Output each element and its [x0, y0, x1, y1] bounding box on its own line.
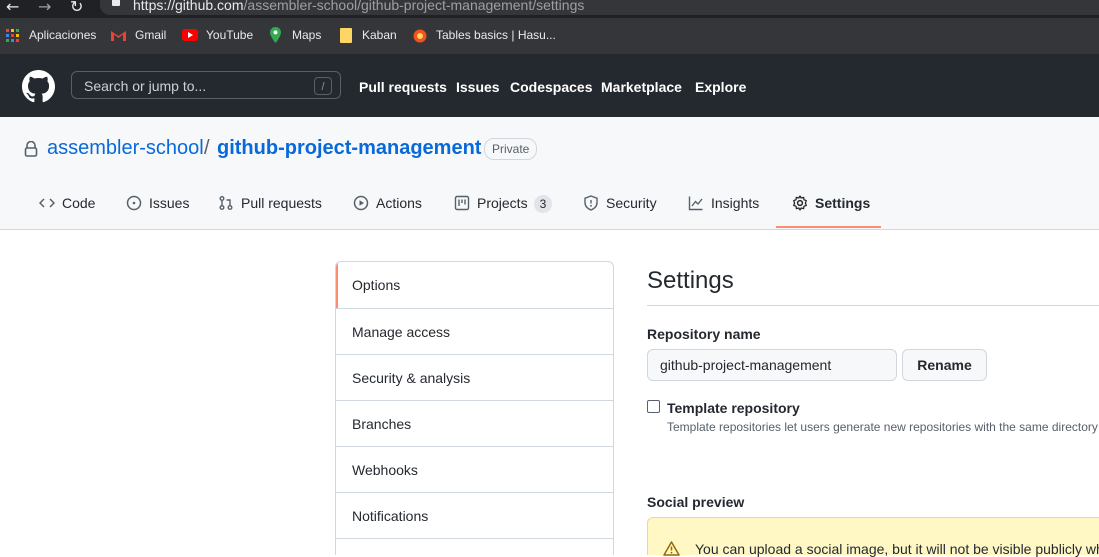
template-repository-note: Template repositories let users generate… [667, 420, 1098, 434]
rename-button[interactable]: Rename [902, 349, 987, 381]
tab-label: Issues [149, 195, 190, 211]
template-repository-label[interactable]: Template repository [667, 400, 800, 416]
issue-icon [126, 195, 142, 211]
play-icon [353, 195, 369, 211]
repo-owner-link[interactable]: assembler-school [47, 137, 204, 160]
tab-issues[interactable]: Issues [126, 195, 189, 213]
shield-icon [584, 195, 598, 211]
repository-name-input[interactable] [647, 349, 897, 381]
sidebar-item-branches[interactable]: Branches [336, 400, 613, 446]
template-repository-checkbox[interactable] [647, 400, 660, 413]
tab-projects[interactable]: Projects 3 [454, 195, 553, 213]
sidebar-item-webhooks[interactable]: Webhooks [336, 446, 613, 492]
bookmark-tables-basics[interactable]: Tables basics | Hasu... [436, 28, 556, 42]
tab-settings[interactable]: Settings [792, 195, 870, 213]
tab-insights[interactable]: Insights [688, 195, 759, 213]
tab-label: Security [606, 195, 657, 211]
settings-sidebar: Options Manage access Security & analysi… [335, 261, 614, 555]
hasura-icon [413, 29, 427, 43]
sidebar-item-options[interactable]: Options [336, 262, 613, 308]
alert-icon [663, 541, 680, 556]
bookmark-kaban[interactable]: Kaban [362, 28, 397, 42]
bookmark-gmail[interactable]: Gmail [135, 28, 166, 42]
nav-codespaces[interactable]: Codespaces [510, 79, 592, 95]
tab-label: Settings [815, 195, 871, 211]
tab-code[interactable]: Code [38, 195, 96, 213]
title-divider [647, 305, 1099, 306]
tab-pull-requests[interactable]: Pull requests [218, 195, 322, 213]
search-placeholder: Search or jump to... [84, 78, 207, 94]
social-preview-label: Social preview [647, 494, 745, 510]
reload-icon[interactable]: ↻ [70, 0, 83, 16]
tab-label: Projects [477, 195, 528, 211]
nav-pull-requests[interactable]: Pull requests [359, 79, 447, 95]
github-logo-icon[interactable] [22, 70, 55, 103]
url-text[interactable]: https://github.com/assembler-school/gith… [133, 0, 584, 13]
gear-icon [793, 195, 807, 211]
sidebar-item-manage-access[interactable]: Manage access [336, 308, 613, 354]
apps-grid-icon [6, 29, 19, 42]
maps-icon [270, 27, 281, 43]
nav-marketplace[interactable]: Marketplace [601, 79, 682, 95]
selected-tab-indicator [776, 226, 881, 228]
youtube-icon [182, 29, 198, 41]
projects-count-badge: 3 [533, 195, 553, 213]
tab-label: Code [62, 195, 96, 211]
tab-label: Pull requests [241, 195, 322, 211]
project-icon [454, 195, 470, 211]
sidebar-item-next[interactable] [336, 538, 613, 555]
bookmark-maps[interactable]: Maps [292, 28, 321, 42]
back-icon[interactable]: ← [6, 0, 19, 16]
tab-label: Insights [711, 195, 760, 211]
graph-icon [688, 196, 703, 211]
nav-explore[interactable]: Explore [695, 79, 746, 95]
search-shortcut-key: / [314, 77, 332, 95]
page-title: Settings [647, 267, 734, 294]
code-icon [38, 198, 56, 208]
sidebar-item-security-analysis[interactable]: Security & analysis [336, 354, 613, 400]
bookmark-youtube[interactable]: YouTube [206, 28, 253, 42]
visibility-badge: Private [484, 138, 538, 160]
lock-icon [112, 0, 120, 6]
tab-label: Actions [376, 195, 422, 211]
gmail-icon [111, 31, 126, 41]
folder-icon [340, 28, 352, 43]
nav-issues[interactable]: Issues [456, 79, 500, 95]
tab-security[interactable]: Security [583, 195, 657, 213]
forward-icon[interactable]: → [38, 0, 51, 16]
repo-header [0, 117, 1099, 230]
lock-icon [24, 141, 38, 157]
path-separator: / [204, 137, 210, 159]
repository-name-label: Repository name [647, 326, 761, 342]
sidebar-item-notifications[interactable]: Notifications [336, 492, 613, 538]
pull-request-icon [219, 196, 233, 210]
repo-name-link[interactable]: github-project-management [217, 137, 481, 160]
tab-actions[interactable]: Actions [353, 195, 422, 213]
bookmark-aplicaciones[interactable]: Aplicaciones [29, 28, 96, 42]
